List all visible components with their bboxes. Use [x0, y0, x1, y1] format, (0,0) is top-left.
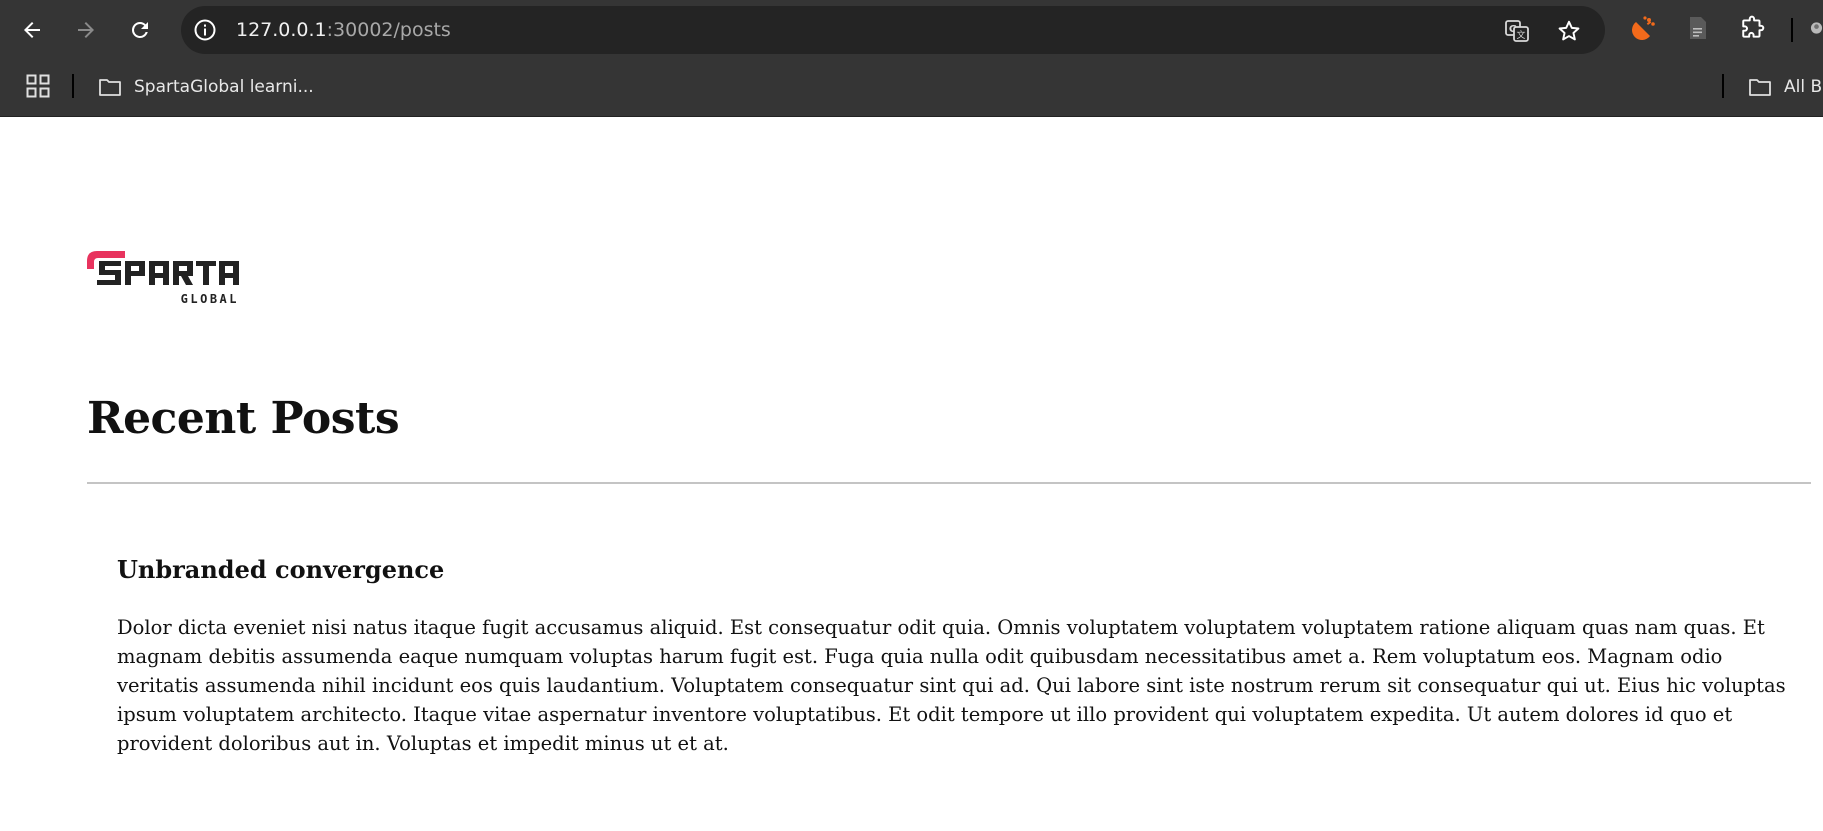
bookmark-label: SpartaGlobal learni... — [134, 77, 314, 97]
browser-toolbar: 127.0.0.1:30002/posts G 文 — [0, 0, 1823, 58]
orange-extension-icon[interactable] — [1630, 14, 1658, 42]
post-card: Unbranded convergence Dolor dicta evenie… — [117, 555, 1787, 758]
folder-icon — [1748, 77, 1772, 97]
post-title[interactable]: Unbranded convergence — [117, 555, 1787, 585]
star-icon[interactable] — [1556, 18, 1582, 44]
arrow-right-icon — [78, 22, 94, 38]
post-body: Dolor dicta eveniet nisi natus itaque fu… — [117, 616, 1786, 755]
svg-text:GLOBAL: GLOBAL — [181, 292, 239, 306]
folder-icon — [98, 77, 122, 97]
apps-grid-icon[interactable] — [26, 74, 52, 100]
url-text[interactable]: 127.0.0.1:30002/posts — [236, 19, 451, 41]
page-content: GLOBAL Recent Posts Unbranded convergenc… — [0, 117, 1823, 831]
svg-text:文: 文 — [1516, 29, 1525, 41]
bookmarks-divider — [72, 74, 74, 98]
document-icon[interactable] — [1684, 14, 1712, 42]
info-icon[interactable] — [193, 18, 217, 42]
profile-avatar-icon[interactable] — [1810, 14, 1823, 42]
puzzle-icon[interactable] — [1739, 14, 1767, 42]
bookmark-folder-spartaglobal[interactable]: SpartaGlobal learni... — [98, 72, 314, 102]
all-bookmarks-button[interactable]: All Bo — [1748, 72, 1823, 102]
translate-icon[interactable]: G 文 — [1504, 18, 1530, 44]
all-bookmarks-label: All Bo — [1784, 77, 1823, 97]
forward-button[interactable] — [68, 12, 104, 48]
bookmarks-bar: SpartaGlobal learni... All Bo — [0, 58, 1823, 117]
page-title: Recent Posts — [87, 393, 400, 444]
back-button[interactable] — [14, 12, 50, 48]
bookmarks-divider-right — [1722, 74, 1724, 98]
url-path: :30002/posts — [326, 19, 451, 41]
arrow-left-icon — [24, 22, 40, 38]
sparta-global-logo[interactable]: GLOBAL — [85, 247, 241, 311]
title-divider — [87, 482, 1811, 484]
reload-button[interactable] — [122, 12, 158, 48]
reload-icon — [132, 22, 148, 38]
url-host: 127.0.0.1 — [236, 19, 327, 41]
address-bar[interactable]: 127.0.0.1:30002/posts G 文 — [181, 6, 1605, 54]
toolbar-divider — [1791, 18, 1793, 42]
